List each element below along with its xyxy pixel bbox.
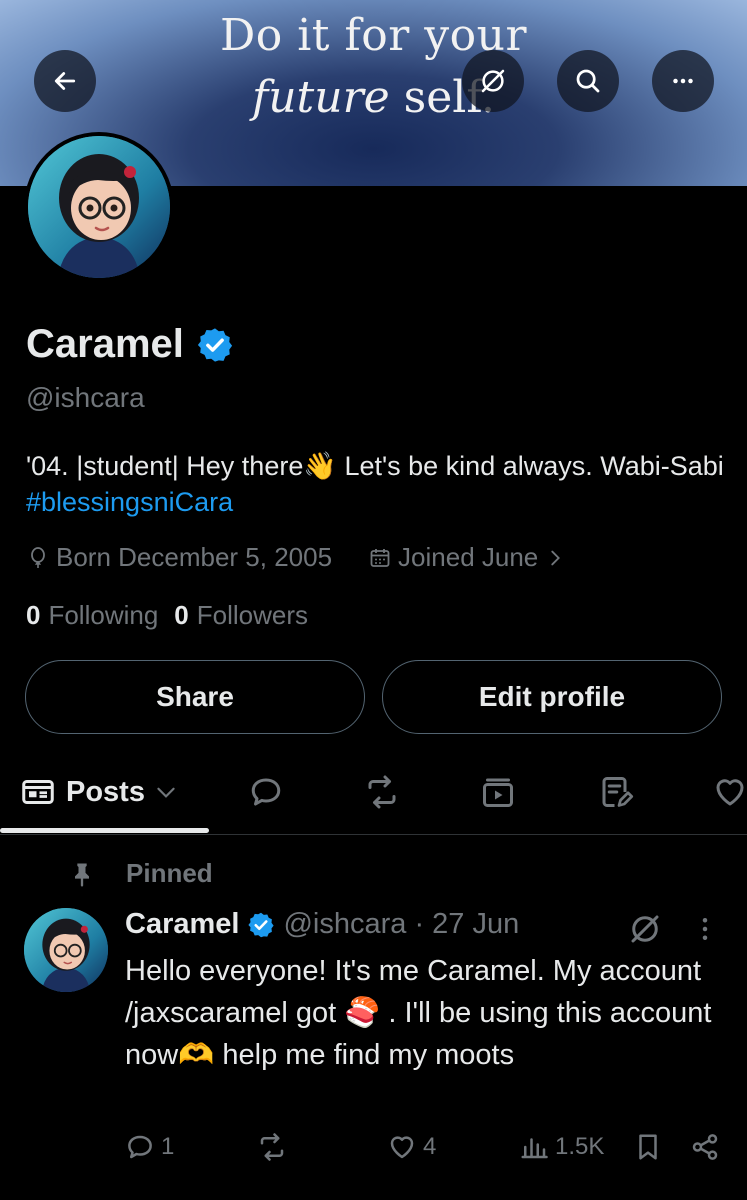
followers-label: Followers (196, 600, 309, 630)
pin-icon (75, 863, 89, 887)
heart-icon (716, 779, 744, 806)
view-count: 1.5K (555, 1133, 605, 1160)
search-icon (576, 69, 600, 93)
profile-tabs: Posts (0, 750, 747, 835)
followers-link[interactable]: 0 Followers (174, 600, 308, 631)
arrow-left-icon (54, 72, 76, 90)
share-button[interactable]: Share (25, 660, 365, 734)
verified-badge-icon[interactable] (247, 911, 275, 939)
video-icon (483, 778, 513, 807)
profile-handle: @ishcara (26, 382, 145, 413)
post-author-avatar[interactable] (24, 908, 108, 992)
more-vertical-icon[interactable] (690, 914, 720, 944)
grok-button[interactable] (462, 50, 524, 112)
post-author-name[interactable]: Caramel (125, 908, 239, 941)
birthday-info: Born December 5, 2005 (26, 542, 332, 573)
followers-count: 0 (174, 600, 189, 630)
post-handle-time[interactable]: @ishcara · 27 Jun (283, 908, 519, 941)
repost-icon (260, 1133, 284, 1161)
like-count: 4 (423, 1133, 437, 1160)
bio-hashtag-link[interactable]: #blessingsniCara (26, 487, 233, 517)
heart-icon (390, 1136, 414, 1159)
share-post-button[interactable] (690, 1132, 720, 1162)
edit-profile-button[interactable]: Edit profile (382, 660, 722, 734)
joined-info[interactable]: Joined June (368, 542, 572, 573)
grok-icon (481, 69, 505, 93)
pinned-indicator: Pinned (68, 858, 213, 889)
repost-button[interactable] (257, 1132, 287, 1162)
tab-posts-label: Posts (66, 775, 145, 808)
profile-avatar[interactable] (24, 132, 174, 282)
search-button[interactable] (557, 50, 619, 112)
banner-text-italic: future (251, 72, 390, 123)
tab-articles[interactable] (598, 750, 634, 834)
tab-likes[interactable] (712, 750, 747, 834)
back-button[interactable] (34, 50, 96, 112)
grok-icon[interactable] (627, 911, 663, 947)
banner-text-line1: Do it for your (219, 10, 527, 61)
following-count: 0 (26, 600, 41, 630)
avatar-illustration-small (24, 908, 108, 992)
calendar-icon (370, 548, 390, 567)
reply-icon (128, 1135, 152, 1159)
profile-bio: '04. |student| Hey there👋 Let's be kind … (26, 448, 726, 520)
avatar-illustration (28, 136, 170, 278)
following-label: Following (48, 600, 159, 630)
reply-count: 1 (161, 1133, 175, 1160)
reply-button[interactable]: 1 (125, 1132, 174, 1162)
profile-meta: Born December 5, 2005 Joined June (26, 542, 572, 573)
article-edit-icon (602, 777, 634, 807)
chevron-right-icon (551, 550, 561, 565)
birthday-text: Born December 5, 2005 (56, 542, 333, 572)
tab-reposts[interactable] (364, 750, 400, 834)
active-tab-indicator (0, 828, 209, 833)
more-options-button[interactable] (652, 50, 714, 112)
tab-replies[interactable] (248, 750, 284, 834)
more-horizontal-icon (673, 78, 693, 84)
tab-videos[interactable] (480, 750, 516, 834)
joined-text: Joined June (398, 542, 539, 572)
post-actions: 1 4 1.5K (125, 1132, 725, 1172)
pinned-label: Pinned (126, 858, 213, 888)
profile-name: Caramel (26, 322, 184, 366)
post-body: Hello everyone! It's me Caramel. My acco… (125, 955, 712, 1071)
views-button[interactable]: 1.5K (519, 1132, 604, 1162)
bio-text: '04. |student| Hey there👋 Let's be kind … (26, 451, 724, 481)
verified-badge-icon[interactable] (196, 326, 234, 364)
bookmark-icon (639, 1134, 657, 1160)
bookmark-button[interactable] (633, 1132, 663, 1162)
profile-name-row: Caramel (26, 322, 234, 367)
reply-bubble-icon (251, 778, 281, 806)
follow-stats: 0 Following 0 Followers (26, 600, 324, 631)
following-link[interactable]: 0 Following (26, 600, 158, 631)
like-button[interactable]: 4 (387, 1132, 436, 1162)
balloon-icon (31, 546, 45, 568)
bar-chart-icon (521, 1138, 548, 1159)
tab-posts[interactable]: Posts (20, 750, 179, 834)
post-header: Caramel @ishcara · 27 Jun (125, 908, 519, 941)
repost-icon (368, 775, 396, 809)
chevron-down-icon (157, 787, 175, 798)
posts-icon (22, 780, 54, 804)
banner-text-line2: future self. (0, 72, 747, 123)
share-nodes-icon (692, 1134, 718, 1160)
